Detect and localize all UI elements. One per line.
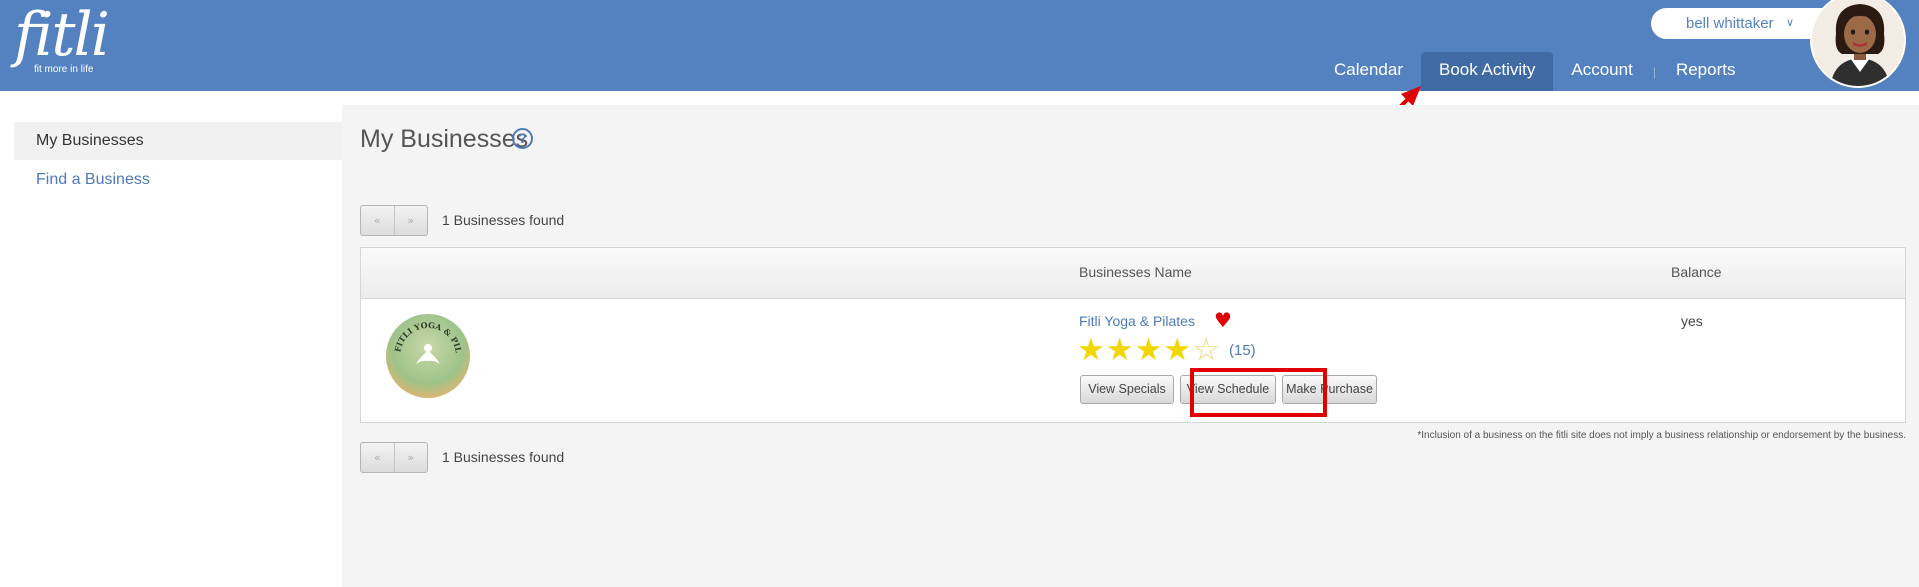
yoga-logo-icon: FITLI YOGA & PILATES — [386, 314, 464, 364]
business-name-link[interactable]: Fitli Yoga & Pilates — [1079, 313, 1195, 329]
business-table: Businesses Name Balance FITLI YOGA & PIL… — [360, 247, 1906, 423]
table-header: Businesses Name Balance — [361, 248, 1905, 299]
fitli-logo[interactable]: fitli fit more in life — [14, 0, 110, 75]
pager-next-button[interactable]: » — [395, 443, 428, 472]
avatar-illustration — [1812, 0, 1904, 86]
column-header-balance: Balance — [1671, 264, 1722, 280]
view-specials-button[interactable]: View Specials — [1080, 375, 1174, 404]
user-avatar[interactable] — [1810, 0, 1906, 88]
logo-tagline: fit more in life — [34, 64, 94, 75]
review-count-link[interactable]: (15) — [1229, 342, 1256, 359]
main-content: My Businesses ? « » 1 Businesses found B… — [342, 105, 1919, 587]
page-title: My Businesses — [360, 125, 529, 153]
star-empty-icon[interactable]: ☆ — [1192, 333, 1220, 367]
nav-account[interactable]: Account — [1553, 52, 1650, 91]
results-count-top: 1 Businesses found — [442, 212, 565, 228]
star-filled-icon[interactable]: ★ — [1106, 333, 1134, 367]
star-filled-icon[interactable]: ★ — [1135, 333, 1163, 367]
pager-prev-button[interactable]: « — [361, 443, 395, 472]
sidebar-item-my-businesses[interactable]: My Businesses — [14, 122, 342, 160]
annotation-highlight-box — [1190, 368, 1327, 417]
logo-word: fitli — [14, 0, 110, 70]
nav-book-activity[interactable]: Book Activity — [1421, 52, 1554, 91]
disclaimer-text: *Inclusion of a business on the fitli si… — [1417, 430, 1906, 441]
pager-prev-button[interactable]: « — [361, 206, 395, 235]
sidebar-item-find-business[interactable]: Find a Business — [14, 161, 342, 199]
pager-bottom: « » — [360, 442, 428, 473]
star-rating: ★ ★ ★ ★ ☆ (15) — [1077, 333, 1256, 367]
balance-value: yes — [1681, 313, 1703, 329]
star-filled-icon[interactable]: ★ — [1163, 333, 1191, 367]
business-logo[interactable]: FITLI YOGA & PILATES — [386, 314, 470, 398]
nav-reports[interactable]: Reports — [1658, 52, 1754, 91]
chevron-down-icon: ∨ — [1786, 17, 1795, 29]
pager-next-button[interactable]: » — [395, 206, 428, 235]
heart-icon[interactable]: ♥ — [1214, 308, 1232, 332]
results-count-bottom: 1 Businesses found — [442, 449, 565, 465]
star-filled-icon[interactable]: ★ — [1077, 333, 1105, 367]
nav-divider: | — [1652, 64, 1656, 79]
sidebar: My Businesses Find a Business — [0, 91, 342, 587]
pager-top: « » — [360, 205, 428, 236]
top-header: fitli fit more in life bell whittaker ∨ … — [0, 0, 1919, 91]
user-name: bell whittaker — [1686, 15, 1774, 32]
column-header-name: Businesses Name — [1079, 264, 1192, 280]
help-icon[interactable]: ? — [512, 128, 533, 149]
